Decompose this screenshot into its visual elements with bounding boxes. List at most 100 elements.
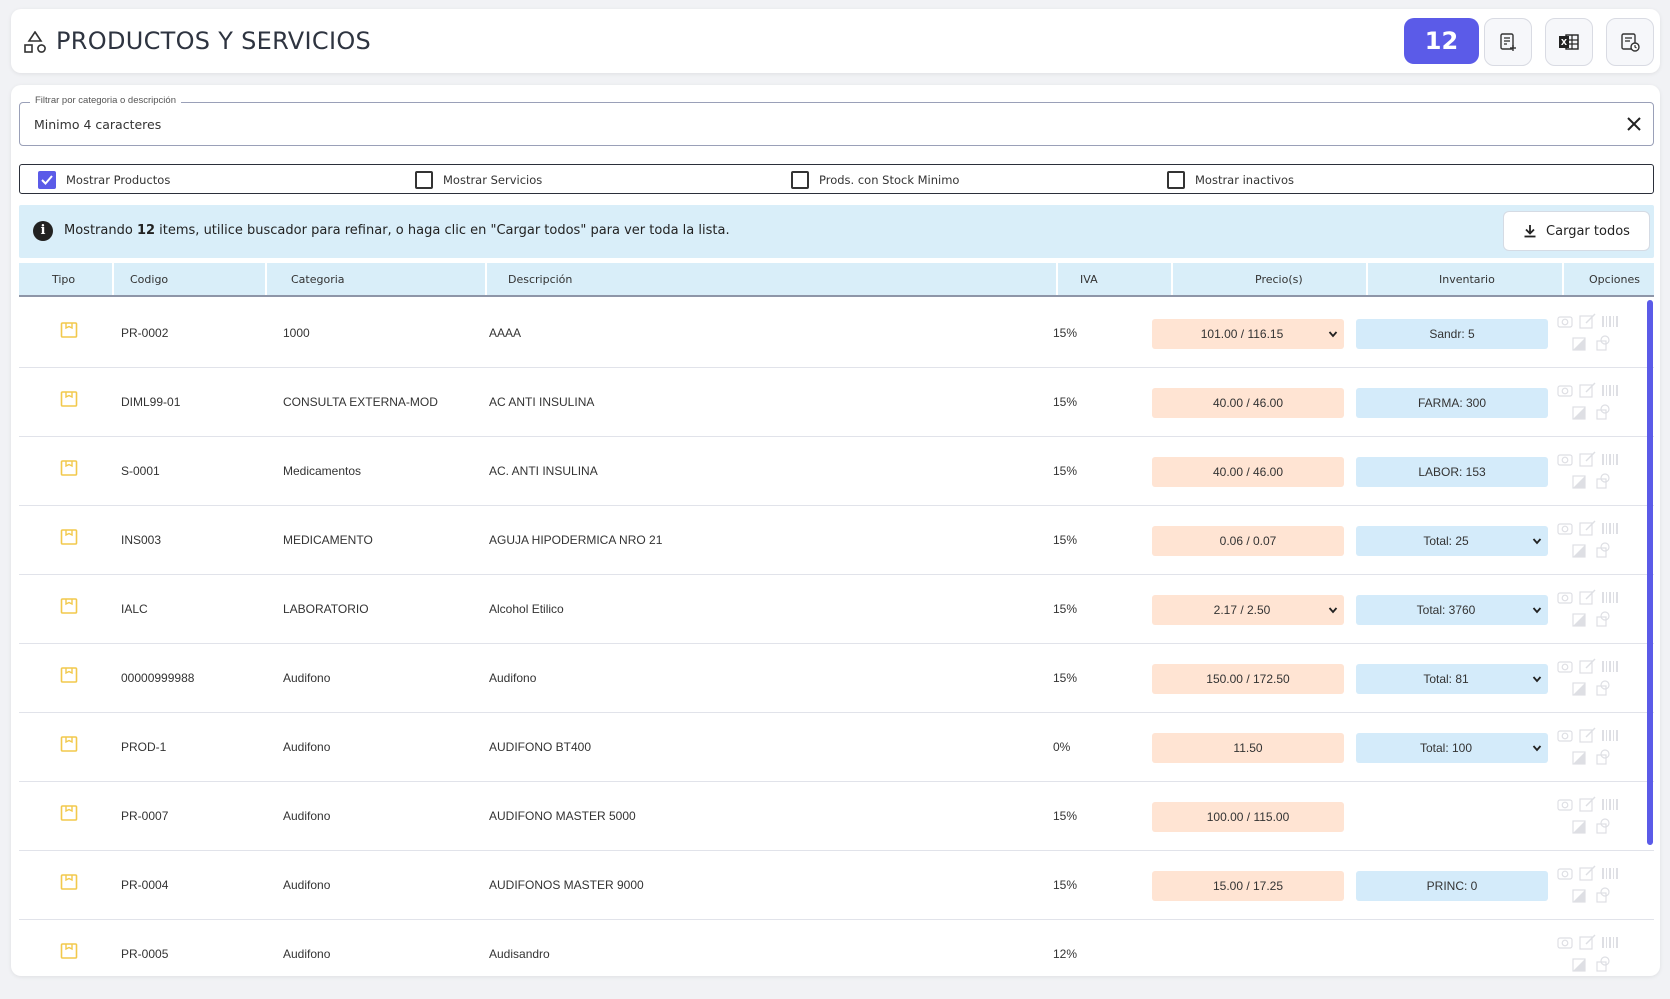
- adjust-icon[interactable]: [1572, 475, 1586, 489]
- stock-move-icon[interactable]: [1596, 473, 1610, 489]
- column-header-inventario[interactable]: Inventario: [1439, 273, 1495, 286]
- table-row[interactable]: S-0001 Medicamentos AC. ANTI INSULINA 15…: [19, 437, 1654, 506]
- camera-icon[interactable]: [1557, 385, 1573, 397]
- checkbox-unchecked[interactable]: [791, 171, 809, 189]
- chevron-down-icon[interactable]: [1532, 674, 1542, 684]
- adjust-icon[interactable]: [1572, 820, 1586, 834]
- inventory-select[interactable]: Sandr: 5: [1356, 319, 1548, 349]
- column-header-codigo[interactable]: Codigo: [130, 273, 168, 286]
- edit-icon[interactable]: [1579, 658, 1596, 674]
- new-product-button[interactable]: [1484, 18, 1532, 66]
- stock-move-icon[interactable]: [1596, 956, 1610, 972]
- camera-icon[interactable]: [1557, 730, 1573, 742]
- table-row[interactable]: IALC LABORATORIO Alcohol Etilico 15% 2.1…: [19, 575, 1654, 644]
- price-select[interactable]: 2.17 / 2.50: [1152, 595, 1344, 625]
- edit-icon[interactable]: [1579, 451, 1596, 467]
- barcode-icon[interactable]: [1602, 937, 1618, 948]
- inventory-select[interactable]: Total: 100: [1356, 733, 1548, 763]
- barcode-icon[interactable]: [1602, 592, 1618, 603]
- edit-icon[interactable]: [1579, 796, 1596, 812]
- barcode-icon[interactable]: [1602, 799, 1618, 810]
- stock-move-icon[interactable]: [1596, 818, 1610, 834]
- price-select[interactable]: 11.50: [1152, 733, 1344, 763]
- checkbox-unchecked[interactable]: [415, 171, 433, 189]
- table-row[interactable]: PR-0004 Audifono AUDIFONOS MASTER 9000 1…: [19, 851, 1654, 920]
- inventory-select[interactable]: FARMA: 300: [1356, 388, 1548, 418]
- camera-icon[interactable]: [1557, 454, 1573, 466]
- column-header-descripcion[interactable]: Descripción: [508, 273, 572, 286]
- chevron-down-icon[interactable]: [1532, 605, 1542, 615]
- adjust-icon[interactable]: [1572, 613, 1586, 627]
- table-row[interactable]: PROD-1 Audifono AUDIFONO BT400 0% 11.50 …: [19, 713, 1654, 782]
- adjust-icon[interactable]: [1572, 544, 1586, 558]
- adjust-icon[interactable]: [1572, 751, 1586, 765]
- camera-icon[interactable]: [1557, 592, 1573, 604]
- edit-icon[interactable]: [1579, 313, 1596, 329]
- edit-icon[interactable]: [1579, 865, 1596, 881]
- adjust-icon[interactable]: [1572, 406, 1586, 420]
- barcode-icon[interactable]: [1602, 316, 1618, 327]
- camera-icon[interactable]: [1557, 937, 1573, 949]
- stock-move-icon[interactable]: [1596, 749, 1610, 765]
- edit-icon[interactable]: [1579, 520, 1596, 536]
- checkbox-show-products[interactable]: Mostrar Productos: [38, 171, 170, 189]
- close-icon[interactable]: [1623, 113, 1645, 135]
- barcode-icon[interactable]: [1602, 523, 1618, 534]
- stock-move-icon[interactable]: [1596, 542, 1610, 558]
- camera-icon[interactable]: [1557, 799, 1573, 811]
- price-select[interactable]: 40.00 / 46.00: [1152, 388, 1344, 418]
- chevron-down-icon[interactable]: [1532, 743, 1542, 753]
- chevron-down-icon[interactable]: [1328, 605, 1338, 615]
- adjust-icon[interactable]: [1572, 889, 1586, 903]
- item-count-button[interactable]: 12: [1404, 18, 1479, 64]
- adjust-icon[interactable]: [1572, 682, 1586, 696]
- checkbox-unchecked[interactable]: [1167, 171, 1185, 189]
- edit-icon[interactable]: [1579, 589, 1596, 605]
- barcode-icon[interactable]: [1602, 730, 1618, 741]
- checkbox-show-inactive[interactable]: Mostrar inactivos: [1167, 171, 1294, 189]
- chevron-down-icon[interactable]: [1328, 329, 1338, 339]
- checkbox-checked[interactable]: [38, 171, 56, 189]
- camera-icon[interactable]: [1557, 523, 1573, 535]
- stock-move-icon[interactable]: [1596, 611, 1610, 627]
- table-row[interactable]: INS003 MEDICAMENTO AGUJA HIPODERMICA NRO…: [19, 506, 1654, 575]
- inventory-select[interactable]: PRINC: 0: [1356, 871, 1548, 901]
- stock-move-icon[interactable]: [1596, 335, 1610, 351]
- load-all-button[interactable]: Cargar todos: [1503, 211, 1650, 251]
- edit-icon[interactable]: [1579, 934, 1596, 950]
- export-excel-button[interactable]: X: [1545, 18, 1593, 66]
- price-select[interactable]: 101.00 / 116.15: [1152, 319, 1344, 349]
- stock-move-icon[interactable]: [1596, 887, 1610, 903]
- filter-input[interactable]: [34, 113, 1534, 135]
- column-header-iva[interactable]: IVA: [1080, 273, 1098, 286]
- table-row[interactable]: 00000999988 Audifono Audifono 15% 150.00…: [19, 644, 1654, 713]
- scrollbar-thumb[interactable]: [1647, 300, 1653, 845]
- camera-icon[interactable]: [1557, 868, 1573, 880]
- inventory-select[interactable]: LABOR: 153: [1356, 457, 1548, 487]
- column-header-precios[interactable]: Precio(s): [1255, 273, 1303, 286]
- adjust-icon[interactable]: [1572, 337, 1586, 351]
- edit-icon[interactable]: [1579, 727, 1596, 743]
- price-select[interactable]: 40.00 / 46.00: [1152, 457, 1344, 487]
- stock-move-icon[interactable]: [1596, 404, 1610, 420]
- inventory-select[interactable]: Total: 25: [1356, 526, 1548, 556]
- price-select[interactable]: 15.00 / 17.25: [1152, 871, 1344, 901]
- chevron-down-icon[interactable]: [1532, 536, 1542, 546]
- price-select[interactable]: 100.00 / 115.00: [1152, 802, 1344, 832]
- barcode-icon[interactable]: [1602, 661, 1618, 672]
- table-row[interactable]: PR-0002 1000 AAAA 15% 101.00 / 116.15 Sa…: [19, 299, 1654, 368]
- barcode-icon[interactable]: [1602, 385, 1618, 396]
- column-header-tipo[interactable]: Tipo: [52, 273, 75, 286]
- table-row[interactable]: PR-0007 Audifono AUDIFONO MASTER 5000 15…: [19, 782, 1654, 851]
- history-button[interactable]: [1606, 18, 1654, 66]
- checkbox-min-stock[interactable]: Prods. con Stock Minimo: [791, 171, 959, 189]
- table-row[interactable]: DIML99-01 CONSULTA EXTERNA-MOD AC ANTI I…: [19, 368, 1654, 437]
- edit-icon[interactable]: [1579, 382, 1596, 398]
- price-select[interactable]: 150.00 / 172.50: [1152, 664, 1344, 694]
- stock-move-icon[interactable]: [1596, 680, 1610, 696]
- checkbox-show-services[interactable]: Mostrar Servicios: [415, 171, 542, 189]
- camera-icon[interactable]: [1557, 316, 1573, 328]
- price-select[interactable]: 0.06 / 0.07: [1152, 526, 1344, 556]
- camera-icon[interactable]: [1557, 661, 1573, 673]
- adjust-icon[interactable]: [1572, 958, 1586, 972]
